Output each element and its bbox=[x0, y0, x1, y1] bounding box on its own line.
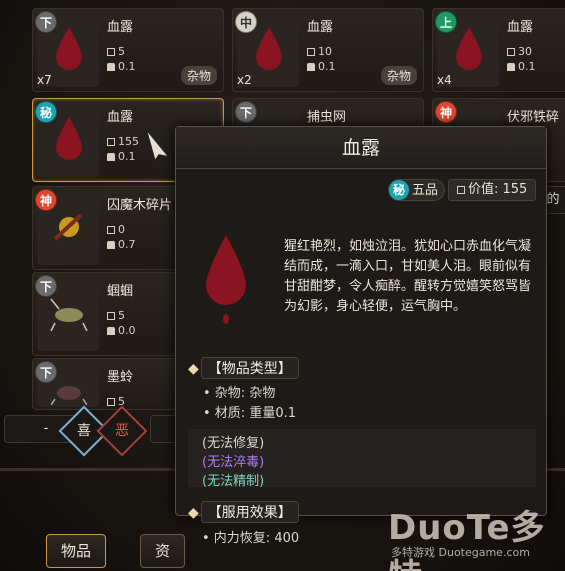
grade-badge: 下 bbox=[235, 101, 257, 123]
weight-icon bbox=[307, 63, 315, 71]
item-name: 蝈蝈 bbox=[107, 284, 134, 299]
blood-drop-icon bbox=[56, 117, 82, 160]
item-tooltip: 血露 秘五品 价值: 155 猩红艳烈，如烛泣泪。犹如心口赤血化气凝结而成，一滴… bbox=[175, 126, 547, 523]
item-value: 30 bbox=[507, 45, 532, 58]
note-repair: (无法修复) bbox=[202, 436, 265, 451]
effect-inner-recovery: • 内力恢复: 400 bbox=[202, 531, 300, 546]
blood-drop-icon bbox=[56, 27, 82, 70]
item-name: 囚魔木碎片 bbox=[107, 198, 173, 213]
value-icon bbox=[107, 398, 115, 406]
grade-rank-badge: 秘五品 bbox=[388, 179, 446, 201]
value-icon bbox=[107, 138, 115, 146]
item-name: 墨蛉 bbox=[107, 370, 134, 385]
stack-count: x4 bbox=[437, 73, 452, 87]
value-icon bbox=[457, 185, 465, 194]
section-item-type: ◆ 【物品类型】 bbox=[188, 357, 299, 379]
grade-badge: 神 bbox=[435, 101, 457, 123]
price-label: 价值: 155 bbox=[448, 179, 537, 201]
tab-assets[interactable]: 资 bbox=[140, 534, 186, 568]
grade-badge: 下 bbox=[35, 361, 57, 383]
item-name: 血露 bbox=[307, 20, 334, 35]
item-name: 血露 bbox=[107, 110, 134, 125]
item-description: 猩红艳烈，如烛泣泪。犹如心口赤血化气凝结而成，一滴入口，甘如美人泪。眼前似有甘甜… bbox=[284, 239, 532, 314]
item-value: 5 bbox=[107, 45, 125, 58]
note-poison: (无法淬毒) bbox=[202, 455, 265, 470]
grade-badge: 秘 bbox=[389, 180, 409, 200]
weight-icon bbox=[107, 153, 115, 161]
grade-badge: 中 bbox=[235, 11, 257, 33]
value-icon bbox=[507, 48, 515, 56]
cricket-icon bbox=[50, 298, 88, 331]
weight-icon bbox=[107, 63, 115, 71]
item-value: 10 bbox=[307, 45, 332, 58]
wood-fragment-icon bbox=[53, 213, 83, 241]
item-name: 血露 bbox=[507, 20, 534, 35]
stack-count: x2 bbox=[237, 73, 252, 87]
item-weight: 0.1 bbox=[307, 60, 336, 73]
watermark-logo: DuoTe多特 bbox=[388, 508, 546, 571]
inventory-card-3[interactable]: 上 x4 血露 30 0.1 bbox=[432, 8, 565, 92]
type-category: • 杂物: 杂物 bbox=[203, 386, 276, 401]
item-value: 155 bbox=[107, 135, 139, 148]
blood-drop-icon bbox=[456, 27, 482, 70]
inventory-card-2[interactable]: 中 x2 血露 10 0.1 杂物 bbox=[232, 8, 424, 92]
item-weight: 0.7 bbox=[107, 238, 136, 251]
item-weight: 0.1 bbox=[107, 60, 136, 73]
weight-icon bbox=[507, 63, 515, 71]
item-weight: 0.1 bbox=[107, 150, 136, 163]
item-weight: 0.0 bbox=[107, 324, 136, 337]
type-material: • 材质: 重量0.1 bbox=[203, 406, 296, 421]
tab-items[interactable]: 物品 bbox=[46, 534, 107, 568]
tooltip-title: 血露 bbox=[176, 127, 546, 169]
item-weight: 0.1 bbox=[507, 60, 536, 73]
category-tag: 杂物 bbox=[180, 66, 217, 85]
grade-badge: 下 bbox=[35, 11, 57, 33]
value-icon bbox=[107, 226, 115, 234]
cursor-icon bbox=[145, 128, 171, 163]
blood-drop-large-icon bbox=[206, 235, 246, 324]
note-refine: (无法精制) bbox=[202, 474, 265, 489]
section-effect: ◆ 【服用效果】 bbox=[188, 501, 299, 523]
grade-badge: 神 bbox=[35, 189, 57, 211]
value-icon bbox=[107, 312, 115, 320]
weight-icon bbox=[107, 327, 115, 335]
insect-icon bbox=[51, 386, 87, 405]
grade-badge: 上 bbox=[435, 11, 457, 33]
item-value: 0 bbox=[107, 223, 125, 236]
grade-badge: 下 bbox=[35, 275, 57, 297]
value-icon bbox=[307, 48, 315, 56]
inventory-card-1[interactable]: 下 x7 血露 5 0.1 杂物 bbox=[32, 8, 224, 92]
watermark: DuoTe多特 多特游戏 Duotegame.com bbox=[388, 500, 565, 571]
stack-count: x7 bbox=[37, 73, 52, 87]
item-name: 捕虫网 bbox=[307, 110, 347, 125]
item-name: 伏邪铁碎 bbox=[507, 110, 560, 125]
item-name: 血露 bbox=[107, 20, 134, 35]
watermark-site: 多特游戏 Duotegame.com bbox=[391, 546, 530, 559]
value-icon bbox=[107, 48, 115, 56]
item-value: 5 bbox=[107, 309, 125, 322]
weight-icon bbox=[107, 241, 115, 249]
category-tag: 杂物 bbox=[380, 66, 417, 85]
grade-badge: 秘 bbox=[35, 101, 57, 123]
blood-drop-icon bbox=[256, 27, 282, 70]
